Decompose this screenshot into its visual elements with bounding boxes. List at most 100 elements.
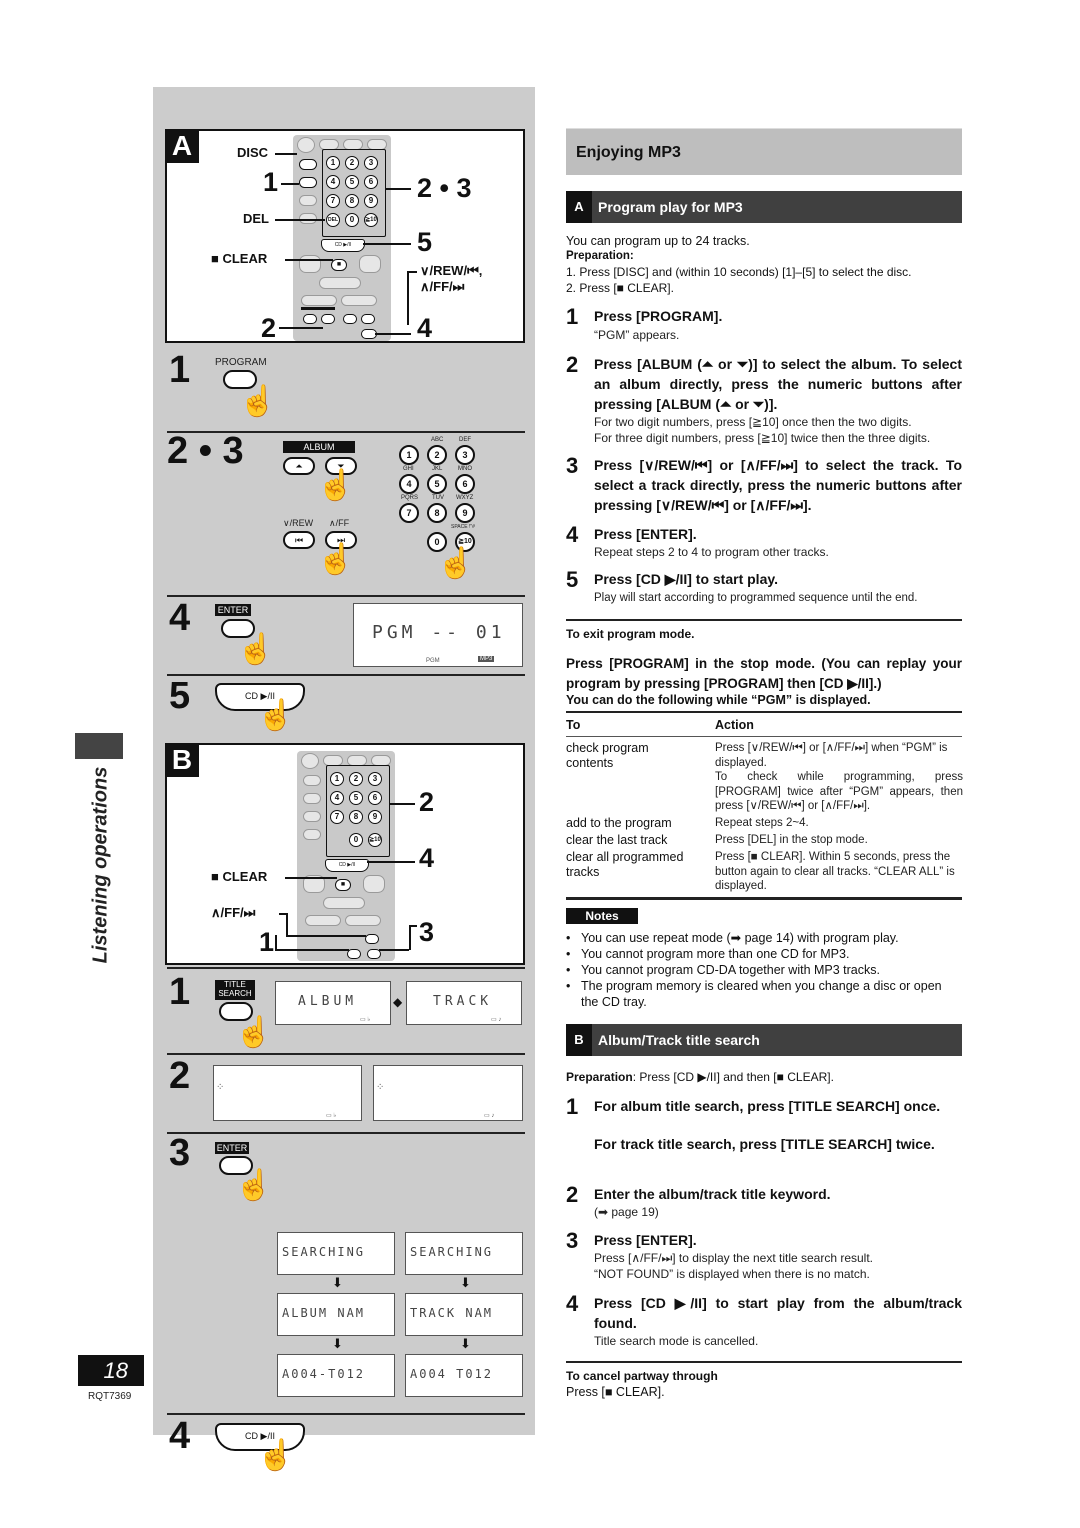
page-number: 18	[78, 1355, 144, 1386]
lcd-text: PGM -- 01	[372, 622, 506, 643]
table-cell-action: Press [■ CLEAR]. Within 5 seconds, press…	[715, 851, 955, 892]
callout-ff: ∧/FF/⏭	[420, 279, 465, 294]
title-search-label-line2: SEARCH	[218, 989, 252, 998]
callout-ff: ∧/FF/⏭	[211, 905, 256, 920]
lcd-display-cursor-album: ⁘ ▭ ♭	[213, 1065, 362, 1121]
table-cell-to: clear the last track	[566, 833, 668, 847]
title-search-label-line1: TITLE	[224, 980, 246, 989]
callout-clear: ■ CLEAR	[211, 869, 268, 884]
key-5[interactable]: 5	[427, 474, 447, 494]
left-step-number: 2	[169, 1055, 191, 1097]
table-cell-to: clear all programmed tracks	[566, 850, 684, 879]
left-step-number: 4	[169, 1415, 191, 1457]
remote-control-illustration: 123 456 789 DEL 0 ≧10 CD ▶/II ■	[293, 135, 391, 341]
key-1[interactable]: 1	[399, 445, 419, 465]
section-letter: A	[566, 191, 592, 223]
table-caption: You can do the following while “PGM” is …	[566, 693, 871, 707]
pointing-hand-icon: ☝	[257, 1439, 295, 1472]
left-step-number: 1	[169, 971, 191, 1013]
enter-label: ENTER	[215, 1142, 249, 1154]
exit-program-label: To exit program mode.	[566, 627, 695, 641]
step-note: (➡ page 19)	[594, 1205, 659, 1219]
lcd-display-cursor-track: ⁘ ▭ ♪	[373, 1065, 523, 1121]
pointing-hand-icon: ☝	[235, 1169, 273, 1202]
lcd-track-name: TRACK NAM	[405, 1293, 523, 1336]
step-number: 3	[566, 1228, 579, 1253]
title-search-label: TITLE SEARCH	[215, 980, 255, 1000]
section-letter-a: A	[165, 129, 199, 163]
section-heading: Program play for MP3	[598, 199, 743, 215]
divider	[167, 595, 525, 597]
table-header-action: Action	[715, 718, 754, 732]
table-header-rule	[566, 736, 962, 737]
key-3[interactable]: 3	[455, 445, 475, 465]
step-heading: Press [CD ▶/II] to start play.	[594, 571, 778, 587]
step-note: For two digit numbers, press [≧10] once …	[594, 415, 912, 429]
down-arrow-icon: ⬇	[332, 1336, 343, 1351]
note-text: You cannot program more than one CD for …	[581, 947, 850, 961]
key-7[interactable]: 7	[399, 503, 419, 523]
section-header-b: B Album/Track title search	[566, 1024, 962, 1056]
preparation-text: : Press [CD ▶/II] and then [■ CLEAR].	[632, 1070, 834, 1084]
step-number: 4	[566, 522, 579, 547]
step-heading: Press [CD ▶/II] to start play from the a…	[594, 1295, 962, 1331]
divider	[566, 619, 962, 621]
remote-figure-a: A 123 456 789 DEL 0 ≧10 CD ▶/II ■ DISC 1…	[165, 129, 525, 343]
step-note: Title search mode is cancelled.	[594, 1334, 759, 1348]
table-cell-action: Repeat steps 2~4.	[715, 817, 809, 829]
divider	[167, 1053, 525, 1055]
step-note: Repeat steps 2 to 4 to program other tra…	[594, 545, 829, 559]
lcd-text: ALBUM	[298, 994, 358, 1009]
key-9[interactable]: 9	[455, 503, 475, 523]
rew-label: ∨/REW	[283, 518, 314, 528]
divider	[167, 674, 525, 676]
key-8[interactable]: 8	[427, 503, 447, 523]
callout-disc: DISC	[237, 145, 269, 160]
pointing-hand-icon: ☝	[257, 699, 295, 732]
lcd-text: TRACK NAM	[410, 1306, 494, 1320]
lcd-text: A004 T012	[410, 1367, 494, 1381]
side-section-title: Listening operations	[56, 767, 146, 964]
callout-step1: 1	[259, 927, 275, 957]
key-2[interactable]: 2	[427, 445, 447, 465]
key-letters: GHI	[403, 466, 414, 472]
lcd-text: SEARCHING	[282, 1245, 366, 1259]
table-cell-to: check program contents	[566, 741, 649, 770]
callout-step3: 3	[419, 917, 435, 947]
notes-badge: Notes	[566, 908, 638, 924]
key-letters: PQRS	[401, 495, 419, 501]
key-6[interactable]: 6	[455, 474, 475, 494]
callout-step2: 2	[419, 787, 435, 817]
callout-step4: 4	[419, 843, 435, 873]
lcd-album-name: ALBUM NAM	[277, 1293, 395, 1336]
pointing-hand-icon: ☝	[317, 469, 355, 502]
left-step-number: 1	[169, 349, 191, 391]
step-note: Press [∧/FF/⏭] to display the next title…	[594, 1251, 874, 1265]
remote-figure-b: B 123 456 789 0 ≧10 CD ▶/II ■ 2 4 ■ CLEA…	[165, 743, 525, 965]
toggle-arrow-icon: ◆	[393, 995, 403, 1009]
page-title: Enjoying MP3	[576, 144, 681, 161]
down-arrow-icon: ⬇	[460, 1275, 471, 1290]
section-header-a: A Program play for MP3	[566, 191, 962, 223]
lcd-text: ALBUM NAM	[282, 1306, 366, 1320]
side-section-title-text: Listening operations	[89, 766, 112, 964]
cancel-text: Press [■ CLEAR].	[566, 1385, 665, 1399]
left-step-number: 2 • 3	[167, 430, 244, 472]
ff-label: ∧/FF	[329, 518, 350, 528]
rew-skip-button[interactable]: ⏮	[283, 531, 315, 549]
key-letters: JKL	[432, 466, 443, 472]
step-heading: For album title search, press [TITLE SEA…	[594, 1098, 941, 1114]
pointing-hand-icon: ☝	[235, 1016, 273, 1049]
step-number: 4	[566, 1291, 579, 1316]
pointing-hand-icon: ☝	[239, 385, 277, 418]
step-heading: For track title search, press [TITLE SEA…	[594, 1136, 935, 1152]
callout-rew: ∨/REW/⏮,	[420, 263, 483, 278]
program-label: PROGRAM	[215, 357, 267, 368]
lcd-display-track: TRACK ▭ ♪	[406, 981, 522, 1025]
preparation-label: Preparation:	[566, 250, 634, 262]
key-4[interactable]: 4	[399, 474, 419, 494]
lcd-text: A004-T012	[282, 1367, 366, 1381]
document-code: RQT7369	[88, 1391, 132, 1402]
album-down-button[interactable]: ⏶	[283, 457, 315, 475]
lcd-album-result: A004-T012	[277, 1354, 395, 1397]
